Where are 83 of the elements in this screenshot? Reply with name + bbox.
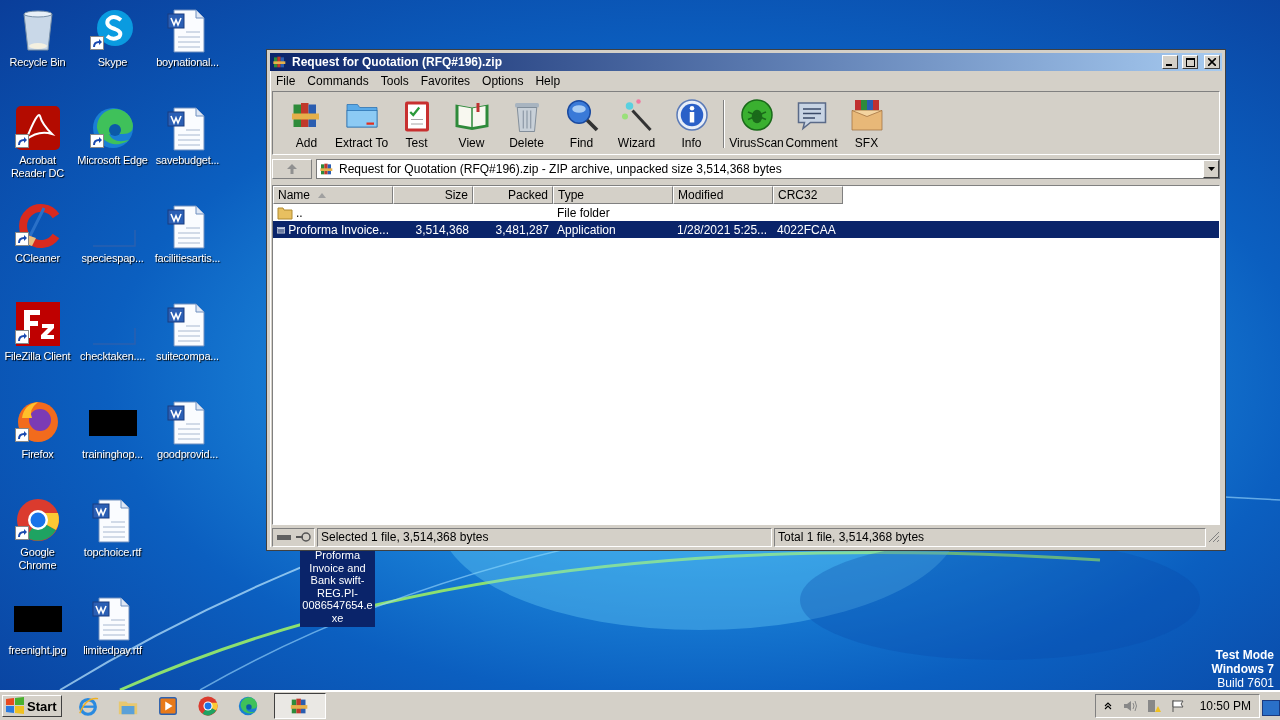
toolbar-button[interactable]: Add — [279, 95, 334, 154]
toolbar-button[interactable]: SFX — [839, 95, 894, 154]
address-text: Request for Quotation (RFQ#196).zip - ZIP archive, unpacked size 3,514,368 bytes — [339, 162, 783, 176]
table-cell: Proforma Invoice... — [273, 222, 393, 237]
menu-item[interactable]: Options — [476, 74, 530, 88]
maximize-icon — [1185, 57, 1195, 67]
toolbar-button[interactable]: View — [444, 95, 499, 154]
toolbar-button[interactable]: Extract To — [334, 95, 389, 154]
desktop-icon-label[interactable]: goodprovid... — [157, 448, 218, 461]
window-title: Request for Quotation (RFQ#196).zip — [292, 55, 503, 69]
toolbar-button[interactable]: VirusScan — [729, 95, 784, 154]
toolbar-button[interactable]: Test — [389, 95, 444, 154]
status-text: Total 1 file, 3,514,368 bytes — [774, 527, 1206, 547]
file-row[interactable]: Proforma Invoice... 3,514,368 3,481,287 Application 1/28/2021 5:25... 4022FCAA — [273, 221, 1219, 238]
desktop-icon-label[interactable]: checktaken.... — [79, 350, 146, 363]
menu-item[interactable]: Commands — [301, 74, 375, 88]
menu-item[interactable]: File — [270, 74, 302, 88]
resize-grip-icon[interactable] — [1208, 531, 1220, 543]
browser-icon[interactable] — [196, 695, 219, 717]
desktop-icon-label[interactable]: Acrobat Reader DC — [0, 154, 75, 180]
table-cell-text: 3,514,368 — [414, 222, 470, 237]
maximize-button[interactable] — [1182, 55, 1198, 69]
column-header[interactable]: Modified — [673, 186, 773, 204]
desktop-icon-label[interactable]: CCleaner — [15, 252, 60, 265]
column-header[interactable]: Name — [273, 186, 393, 204]
desktop-icon-label[interactable]: Recycle Bin — [9, 56, 66, 69]
address-field[interactable]: Request for Quotation (RFQ#196).zip - ZIP archive, unpacked size 3,514,368 bytes — [316, 159, 1220, 179]
system-notice-text: Windows 7 — [1211, 662, 1274, 676]
books-icon — [319, 161, 335, 177]
desktop-icon-label[interactable]: Skype — [97, 56, 128, 69]
menu-item[interactable]: Tools — [374, 74, 415, 88]
table-cell: .. — [273, 205, 393, 220]
table-cell-text: 4022FCAA — [776, 222, 837, 237]
menu-item[interactable]: Favorites — [414, 74, 477, 88]
status-text: Selected 1 file, 3,514,368 bytes — [317, 527, 772, 547]
desktop-icon-label[interactable]: freenight.jpg — [8, 644, 67, 657]
desktop-icon-label[interactable]: traininghop... — [82, 448, 143, 461]
column-header[interactable]: Packed — [473, 186, 553, 204]
toolbar-button[interactable]: Find — [554, 95, 609, 154]
system-notice-text: Test Mode — [1214, 648, 1274, 662]
column-header[interactable]: Type — [553, 186, 673, 204]
desktop-icon-label[interactable]: Firefox — [21, 448, 54, 461]
column-header[interactable]: Size — [393, 186, 473, 204]
flag-icon[interactable] — [1169, 699, 1186, 713]
key-icon — [295, 530, 311, 544]
minimize-button[interactable] — [1162, 55, 1178, 69]
toolbar-button[interactable]: Wizard — [609, 95, 664, 154]
clock: 10:50 PM — [1198, 699, 1252, 713]
desktop-icon-label[interactable]: suitecompa... — [156, 350, 219, 363]
browser-icon[interactable] — [236, 695, 259, 717]
desktop-icon-label[interactable]: Google Chrome — [0, 546, 75, 572]
books-icon — [272, 54, 288, 70]
toolbar-button[interactable]: Delete — [499, 95, 554, 154]
package-icon — [848, 97, 885, 133]
close-button[interactable] — [1204, 55, 1220, 69]
start-logo-icon — [5, 697, 25, 715]
file-row[interactable]: .. File folder — [273, 204, 1219, 221]
toolbar-button[interactable]: Comment — [784, 95, 839, 154]
desktop-icon-label[interactable]: topchoice.rtf — [83, 546, 142, 559]
up-arrow-icon — [286, 163, 298, 175]
up-button[interactable] — [272, 159, 312, 179]
media-player-icon[interactable] — [156, 695, 179, 717]
desktop-icon-label[interactable]: FileZilla Client — [4, 350, 71, 363]
desktop-icon-label[interactable]: boynational... — [156, 56, 219, 69]
sort-arrow-icon — [318, 192, 326, 198]
desktop-icon-label[interactable]: facilitiesartis... — [154, 252, 221, 265]
desktop-icon-label[interactable]: savebudget... — [155, 154, 220, 167]
table-cell-text: File folder — [556, 205, 611, 220]
desktop-icon-label[interactable]: Microsoft Edge — [77, 154, 148, 167]
toolbar-button[interactable]: Info — [664, 95, 719, 154]
start-button[interactable]: Start — [2, 695, 62, 717]
table-cell-text: 3,481,287 — [494, 222, 550, 237]
system-notice-text: Build 7601 — [1216, 676, 1274, 690]
table-cell-text: 1/28/2021 5:25... — [676, 222, 769, 237]
column-header[interactable]: CRC32 — [773, 186, 843, 204]
desktop-icon-label[interactable]: speciespap... — [81, 252, 144, 265]
close-icon — [1208, 58, 1216, 66]
table-cell-text: Application — [556, 222, 617, 237]
info-icon — [673, 97, 710, 133]
menu-item[interactable]: Help — [529, 74, 567, 88]
desktop-icon-label[interactable]: limitedpay.rtf — [83, 644, 142, 657]
dragged-file-label: Proforma Invoice and Bank swift-REG.PI-0086547654.exe — [300, 548, 375, 627]
bug-scan-icon — [738, 97, 775, 133]
